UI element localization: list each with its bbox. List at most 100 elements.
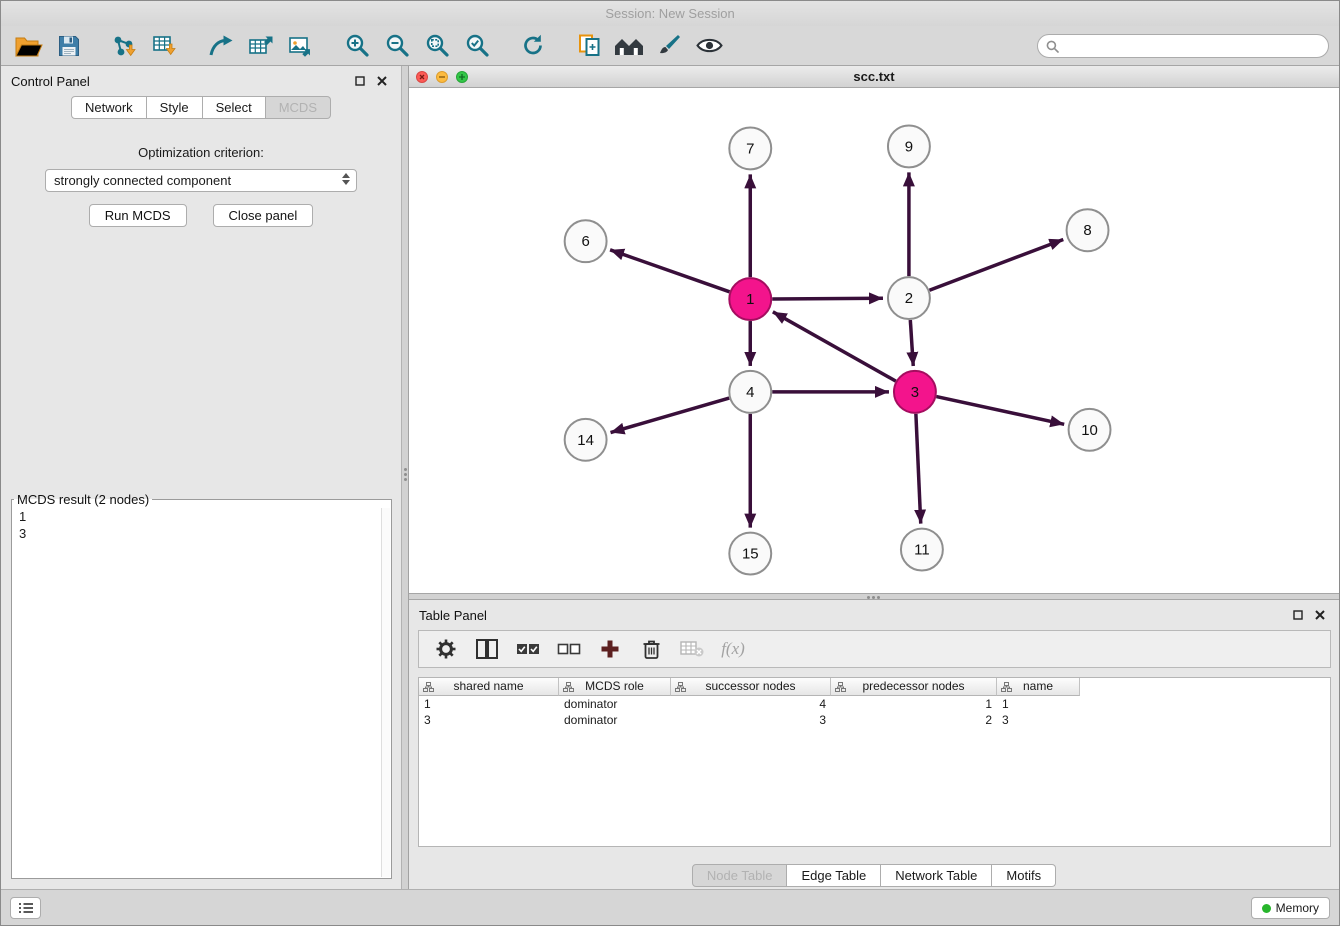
vertical-splitter[interactable] (401, 66, 409, 889)
tab-select[interactable]: Select (203, 96, 266, 119)
node-2[interactable]: 2 (888, 277, 930, 319)
show-columns-button[interactable] (474, 636, 500, 662)
close-panel-button[interactable] (373, 72, 391, 90)
export-image-button[interactable] (281, 29, 321, 63)
window-close-button[interactable] (416, 71, 428, 83)
column-header-predecessor-nodes[interactable]: predecessor nodes (831, 678, 997, 696)
node-8[interactable]: 8 (1067, 209, 1109, 251)
table-cell[interactable]: 3 (671, 712, 831, 728)
table-cell[interactable]: 1 (831, 696, 997, 712)
node-4[interactable]: 4 (729, 371, 771, 413)
table-cell[interactable]: 1 (419, 696, 559, 712)
import-table-icon (152, 34, 178, 58)
export-network-button[interactable] (201, 29, 241, 63)
mcds-result-text[interactable]: 1 3 (12, 507, 391, 545)
tab-network[interactable]: Network (71, 96, 147, 119)
mcds-result-title: MCDS result (2 nodes) (14, 492, 152, 507)
network-canvas[interactable]: 1 2 3 4 6 7 8 9 10 11 14 15 (409, 88, 1339, 593)
zoom-fit-button[interactable] (417, 29, 457, 63)
edge-3-10[interactable] (936, 397, 1064, 425)
table-cell[interactable]: dominator (559, 712, 671, 728)
search-field[interactable] (1037, 34, 1329, 58)
save-session-button[interactable] (49, 29, 89, 63)
close-table-panel-button[interactable] (1311, 606, 1329, 624)
float-table-panel-button[interactable] (1289, 606, 1307, 624)
table-row[interactable]: 1dominator411 (419, 696, 1330, 712)
style-button[interactable] (649, 29, 689, 63)
edge-4-14[interactable] (611, 398, 730, 433)
home-button[interactable] (609, 29, 649, 63)
node-6[interactable]: 6 (565, 220, 607, 262)
node-10[interactable]: 10 (1069, 409, 1111, 451)
tab-style[interactable]: Style (147, 96, 203, 119)
run-mcds-button[interactable]: Run MCDS (89, 204, 187, 227)
duplicate-page-button[interactable] (569, 29, 609, 63)
result-scrollbar[interactable] (381, 508, 390, 877)
column-header-name[interactable]: name (997, 678, 1080, 696)
edge-1-6[interactable] (610, 250, 729, 292)
window-minimize-button[interactable] (436, 71, 448, 83)
edge-2-3[interactable] (910, 320, 913, 366)
table-cell[interactable]: 1 (997, 696, 1080, 712)
criterion-dropdown[interactable]: strongly connected component (45, 169, 357, 192)
tab-mcds[interactable]: MCDS (266, 96, 331, 119)
column-header-successor-nodes[interactable]: successor nodes (671, 678, 831, 696)
zoom-in-button[interactable] (337, 29, 377, 63)
table-settings-button[interactable] (433, 636, 459, 662)
node-14[interactable]: 14 (565, 419, 607, 461)
tab-edge-table[interactable]: Edge Table (787, 864, 881, 887)
import-table-button[interactable] (145, 29, 185, 63)
zoom-out-button[interactable] (377, 29, 417, 63)
function-builder-button[interactable]: f(x) (720, 636, 746, 662)
sort-icon (1001, 682, 1012, 692)
node-11[interactable]: 11 (901, 529, 943, 571)
network-graph[interactable]: 1 2 3 4 6 7 8 9 10 11 14 15 (409, 88, 1339, 593)
table-cell[interactable]: 2 (831, 712, 997, 728)
table-row[interactable]: 3dominator323 (419, 712, 1330, 728)
delete-column-button[interactable] (638, 636, 664, 662)
open-session-button[interactable] (9, 29, 49, 63)
memory-button[interactable]: Memory (1251, 897, 1330, 919)
node-table: shared nameMCDS rolesuccessor nodesprede… (418, 677, 1331, 847)
network-window: scc.txt 1234678910111415 (409, 66, 1339, 593)
deselect-all-button[interactable] (556, 636, 582, 662)
gear-icon (435, 638, 457, 660)
close-panel-action-button[interactable]: Close panel (213, 204, 314, 227)
node-1[interactable]: 1 (729, 278, 771, 320)
tab-node-table[interactable]: Node Table (692, 864, 788, 887)
edge-3-1[interactable] (773, 312, 896, 381)
close-window-icon (419, 74, 425, 80)
column-header-shared-name[interactable]: shared name (419, 678, 559, 696)
node-9[interactable]: 9 (888, 125, 930, 167)
edge-2-8[interactable] (929, 239, 1063, 290)
export-table-button[interactable] (241, 29, 281, 63)
node-15[interactable]: 15 (729, 533, 771, 575)
sort-icon (563, 682, 574, 692)
node-3[interactable]: 3 (894, 371, 936, 413)
add-column-button[interactable] (597, 636, 623, 662)
eye-button[interactable] (689, 29, 729, 63)
edge-1-2[interactable] (772, 298, 883, 299)
select-all-button[interactable] (515, 636, 541, 662)
float-panel-button[interactable] (351, 72, 369, 90)
table-cell[interactable]: 3 (419, 712, 559, 728)
node-7[interactable]: 7 (729, 127, 771, 169)
eye-icon (696, 36, 723, 55)
horizontal-splitter[interactable] (409, 593, 1339, 600)
delete-table-button[interactable] (679, 636, 705, 662)
table-cell[interactable]: 4 (671, 696, 831, 712)
table-cell[interactable]: dominator (559, 696, 671, 712)
import-network-button[interactable] (105, 29, 145, 63)
refresh-button[interactable] (513, 29, 553, 63)
edge-3-11[interactable] (916, 414, 921, 524)
tab-network-table[interactable]: Network Table (881, 864, 992, 887)
column-header-MCDS-role[interactable]: MCDS role (559, 678, 671, 696)
tab-motifs[interactable]: Motifs (992, 864, 1056, 887)
table-cell[interactable]: 3 (997, 712, 1080, 728)
select-all-icon (516, 641, 540, 657)
zoom-selected-button[interactable] (457, 29, 497, 63)
window-zoom-button[interactable] (456, 71, 468, 83)
zoom-out-icon (385, 33, 410, 58)
search-input[interactable] (1065, 39, 1320, 54)
task-history-button[interactable] (10, 897, 41, 919)
